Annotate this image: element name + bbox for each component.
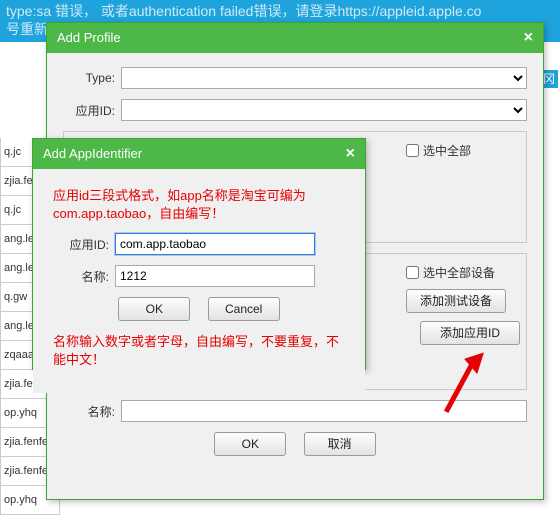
type-select[interactable] <box>121 67 527 89</box>
appid-input[interactable] <box>115 233 315 255</box>
select-all-dev-check[interactable]: 选中全部设备 <box>406 264 516 281</box>
add-appid-titlebar: Add AppIdentifier × <box>33 139 365 169</box>
hint-text-1: 应用id三段式格式，如app名称是淘宝可编为com.app.taobao，自由编… <box>53 187 345 223</box>
add-appid-title: Add AppIdentifier <box>43 139 142 169</box>
appid-cancel-button[interactable]: Cancel <box>208 297 280 321</box>
select-all-checkbox[interactable] <box>406 144 419 157</box>
profile-ok-button[interactable]: OK <box>214 432 286 456</box>
close-icon[interactable]: × <box>524 23 533 53</box>
add-profile-titlebar: Add Profile × <box>47 23 543 53</box>
profile-cancel-button[interactable]: 取消 <box>304 432 376 456</box>
appid-label: 应用ID: <box>63 102 121 119</box>
appid-select[interactable] <box>121 99 527 121</box>
add-test-device-button[interactable]: 添加测试设备 <box>406 289 506 313</box>
add-profile-title: Add Profile <box>57 23 121 53</box>
name-field-label: 名称: <box>49 268 115 285</box>
select-all-dev-checkbox[interactable] <box>406 266 419 279</box>
type-label: Type: <box>63 71 121 85</box>
select-all-check[interactable]: 选中全部 <box>406 142 516 159</box>
name-label: 名称: <box>63 403 121 420</box>
select-all-dev-label: 选中全部设备 <box>423 264 495 281</box>
banner-text-1: type:sa 错误， 或者authentication failed错误，请登… <box>6 2 554 20</box>
close-icon[interactable]: × <box>346 139 355 169</box>
hint-text-2: 名称输入数字或者字母，自由编写，不要重复，不能中文！ <box>53 333 345 369</box>
select-all-label: 选中全部 <box>423 142 471 159</box>
add-appid-button[interactable]: 添加应用ID <box>420 321 520 345</box>
appid-field-label: 应用ID: <box>49 236 115 253</box>
add-appid-dialog: Add AppIdentifier × 应用id三段式格式，如app名称是淘宝可… <box>32 138 366 370</box>
name-input[interactable] <box>115 265 315 287</box>
appid-ok-button[interactable]: OK <box>118 297 190 321</box>
